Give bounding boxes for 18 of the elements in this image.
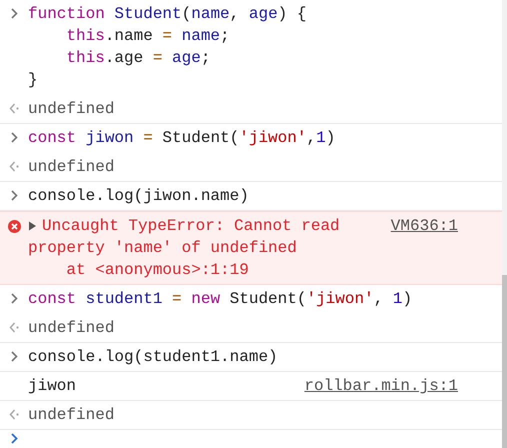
code-line: console.log(jiwon.name) [28,186,250,207]
code-line: } [28,70,39,91]
code-line: function Student(name, age) { [28,4,308,25]
error-message: Uncaught TypeError: Cannot read [42,216,341,237]
source-link[interactable]: VM636:1 [390,215,458,237]
log-message: jiwon [28,376,78,397]
source-link[interactable]: rollbar.min.js:1 [304,375,458,397]
result-value: undefined [28,405,116,426]
code-line: this.age = age; [65,48,212,69]
result-value: undefined [28,99,116,120]
result-value: undefined [28,157,116,178]
code-line: this.name = name; [65,26,231,47]
error-message: at <anonymous>:1:19 [65,260,250,281]
error-message: property 'name' of undefined [28,238,298,259]
code-line: const jiwon = Student('jiwon',1) [28,128,336,149]
code-line: console.log(student1.name) [28,347,279,368]
result-value: undefined [28,318,116,339]
code-line: const student1 = new Student('jiwon', 1) [28,289,414,310]
